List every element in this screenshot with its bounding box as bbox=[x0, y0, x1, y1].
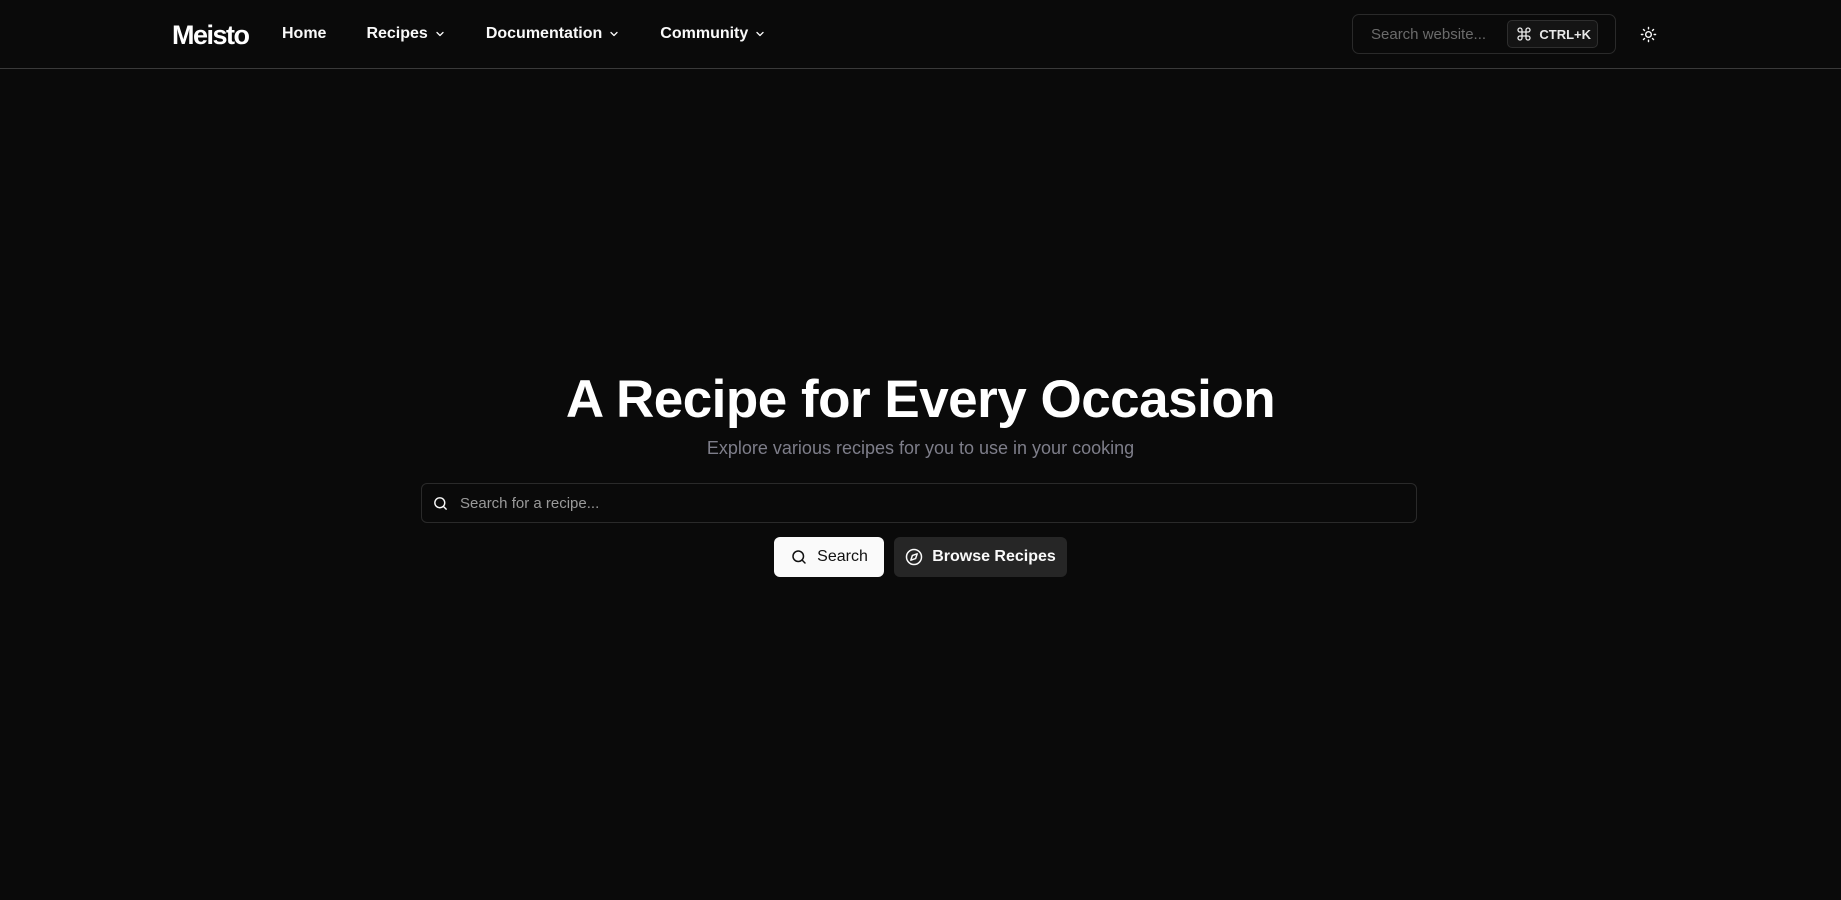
chevron-down-icon bbox=[608, 28, 620, 40]
nav-item-home[interactable]: Home bbox=[282, 25, 326, 43]
main-nav: Home Recipes Documentation Community bbox=[282, 22, 766, 46]
theme-toggle-button[interactable] bbox=[1637, 22, 1659, 46]
nav-item-community[interactable]: Community bbox=[660, 25, 766, 43]
search-button[interactable]: Search bbox=[774, 537, 884, 577]
sun-icon bbox=[1640, 26, 1657, 43]
nav-item-label: Community bbox=[660, 25, 749, 42]
keyboard-shortcut-badge: CTRL+K bbox=[1507, 20, 1598, 48]
nav-item-documentation[interactable]: Documentation bbox=[486, 25, 620, 43]
hero-actions: Search Browse Recipes bbox=[0, 537, 1841, 577]
nav-item-label: Recipes bbox=[366, 25, 428, 42]
search-icon bbox=[432, 495, 449, 512]
search-icon bbox=[790, 548, 808, 566]
site-logo[interactable]: Meisto bbox=[172, 19, 250, 51]
nav-item-label: Home bbox=[282, 25, 327, 42]
browse-recipes-button[interactable]: Browse Recipes bbox=[894, 537, 1067, 577]
site-search-button[interactable]: Search website... CTRL+K bbox=[1352, 14, 1616, 54]
recipe-search-field[interactable] bbox=[421, 483, 1417, 523]
hero-title: A Recipe for Every Occasion bbox=[565, 370, 1276, 429]
site-header: Meisto Home Recipes Documentation Commun… bbox=[0, 0, 1841, 69]
hero-subtitle: Explore various recipes for you to use i… bbox=[706, 438, 1135, 458]
search-button-label: Search bbox=[817, 548, 868, 565]
nav-item-label: Documentation bbox=[485, 25, 603, 42]
chevron-down-icon bbox=[434, 28, 446, 40]
browse-recipes-button-label: Browse Recipes bbox=[932, 548, 1056, 565]
compass-icon bbox=[905, 548, 923, 566]
recipe-search-input[interactable] bbox=[460, 484, 1416, 522]
keyboard-shortcut-label: CTRL+K bbox=[1539, 26, 1591, 42]
site-search-placeholder: Search website... bbox=[1371, 25, 1487, 43]
command-icon bbox=[1516, 26, 1532, 42]
chevron-down-icon bbox=[754, 28, 766, 40]
nav-item-recipes[interactable]: Recipes bbox=[366, 25, 445, 43]
